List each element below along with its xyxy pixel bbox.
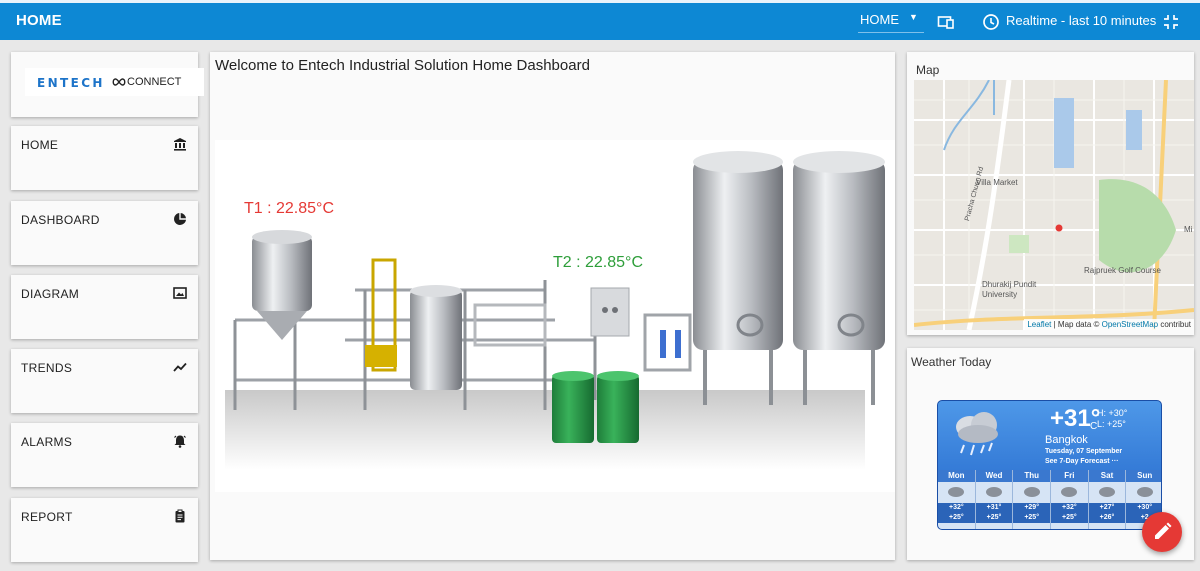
dashboard-state-select[interactable]: HOME ▼ — [858, 9, 924, 33]
forecast-day-name: Mon — [938, 470, 975, 482]
logo-brand: ENTECH — [37, 76, 105, 90]
osm-link[interactable]: OpenStreetMap — [1102, 320, 1158, 329]
sidebar-item-home[interactable]: HOME — [11, 126, 198, 190]
high-low: H: +30° L: +25° — [1097, 408, 1127, 430]
cloud-icon — [1061, 487, 1078, 497]
sidebar-item-label: REPORT — [21, 510, 73, 524]
forecast-high: +27° — [1088, 503, 1126, 513]
sidebar-item-alarms[interactable]: ALARMS — [11, 423, 198, 487]
forecast-high: +31° — [975, 503, 1013, 513]
devices-icon[interactable] — [937, 13, 955, 31]
city-name: Bangkok — [1045, 434, 1088, 446]
forecast-day-name: Wed — [975, 470, 1013, 482]
sidebar-item-dashboard[interactable]: DASHBOARD — [11, 201, 198, 265]
infinity-icon — [112, 78, 126, 86]
forecast-low: +26° — [1088, 513, 1126, 523]
weather-title: Weather Today — [911, 355, 992, 369]
forecast-high: +29° — [1013, 503, 1051, 513]
sidebar-item-label: DIAGRAM — [21, 287, 80, 301]
sidebar-item-trends[interactable]: TRENDS — [11, 349, 198, 413]
logo-card: ENTECH CONNECT — [11, 52, 204, 117]
leaflet-link[interactable]: Leaflet — [1027, 320, 1051, 329]
map-title: Map — [916, 63, 940, 77]
logo: ENTECH CONNECT — [25, 68, 204, 96]
forecast-low: +25° — [1013, 513, 1051, 523]
bank-icon — [174, 138, 186, 151]
forecast-grid: Mon +32° +25° Wed +31° +25° Thu +29° +25… — [938, 470, 1161, 529]
weather-card: +31° C H: +30° L: +25° Bangkok Tuesday, … — [937, 400, 1162, 530]
weather-date: Tuesday, 07 September — [1045, 448, 1123, 455]
forecast-low: +25° — [975, 513, 1013, 523]
welcome-panel: Welcome to Entech Industrial Solution Ho… — [210, 52, 895, 560]
forecast-day: Sat +27° +26° — [1088, 470, 1127, 529]
t1-temperature: T1 : 22.85°C — [244, 200, 334, 217]
map-label-edge: Mi — [1184, 225, 1193, 234]
map-label-dpu: Dhurakij Pundit — [982, 280, 1037, 289]
page-title: HOME — [16, 12, 62, 29]
forecast-day: Mon +32° +25° — [938, 470, 976, 529]
attribution-separator: | Map data © — [1051, 320, 1102, 329]
sidebar-item-report[interactable]: REPORT — [11, 498, 198, 562]
high-temp: H: +30° — [1097, 408, 1128, 418]
chevron-down-icon: ▼ — [909, 12, 918, 22]
dashboard-state-value: HOME — [860, 12, 899, 27]
plant-illustration — [225, 151, 885, 470]
cloud-icon — [986, 487, 1002, 497]
plant-diagram: T1 : 22.85°C T2 : 22.85°C — [215, 140, 895, 492]
low-temp: L: +25° — [1097, 419, 1126, 429]
pie-chart-icon — [174, 213, 186, 225]
t2-temperature: T2 : 22.85°C — [553, 254, 643, 271]
forecast-high: +32° — [938, 503, 975, 513]
welcome-title: Welcome to Entech Industrial Solution Ho… — [215, 57, 590, 74]
rain-cloud-icon — [956, 412, 998, 456]
forecast-day: Fri +32° +25° — [1051, 470, 1089, 529]
cloud-icon — [1099, 487, 1116, 497]
image-icon — [173, 287, 187, 299]
sidebar-item-label: TRENDS — [21, 361, 73, 375]
map-tiles — [914, 80, 1194, 330]
fullscreen-exit-icon[interactable] — [1162, 13, 1180, 31]
forecast-day-name: Fri — [1051, 470, 1088, 482]
map-label-golf-course: Rajpruek Golf Course — [1084, 266, 1161, 275]
sidebar-item-label: HOME — [21, 138, 59, 152]
cloud-icon — [1023, 487, 1040, 497]
map-label-villa-market: Villa Market — [976, 178, 1018, 187]
attribution-tail: contribut — [1158, 320, 1191, 329]
clock-icon[interactable] — [982, 13, 1000, 31]
cloud-icon — [1136, 487, 1153, 497]
forecast-day-name: Sat — [1088, 470, 1126, 482]
clipboard-icon — [175, 509, 185, 523]
map-widget: Map Villa Market Pracha Chuen Rd Dhuraki… — [907, 52, 1194, 335]
map-view[interactable]: Villa Market Pracha Chuen Rd Dhurakij Pu… — [914, 80, 1194, 330]
sidebar-item-label: DASHBOARD — [21, 213, 100, 227]
forecast-day: Thu +29° +25° — [1013, 470, 1052, 529]
sidebar-item-label: ALARMS — [21, 435, 73, 449]
map-attribution: Leaflet | Map data © OpenStreetMap contr… — [1024, 319, 1194, 330]
cloud-icon — [948, 487, 965, 497]
sidebar-item-diagram[interactable]: DIAGRAM — [11, 275, 198, 339]
trending-icon — [173, 362, 187, 372]
timewindow-label[interactable]: Realtime - last 10 minutes — [1006, 13, 1156, 28]
forecast-day: Wed +31° +25° — [975, 470, 1014, 529]
forecast-day-name: Sun — [1126, 470, 1161, 482]
bell-icon — [174, 435, 186, 448]
top-toolbar: HOME HOME ▼ Realtime - last 10 minutes — [0, 0, 1200, 40]
forecast-low: +25° — [1051, 513, 1088, 523]
forecast-high: +32° — [1051, 503, 1088, 513]
seven-day-forecast-link[interactable]: See 7-Day Forecast ··· — [1045, 458, 1119, 465]
pencil-icon — [1155, 522, 1172, 539]
forecast-day-name: Thu — [1013, 470, 1051, 482]
edit-fab-button[interactable] — [1142, 512, 1182, 552]
map-label-university: University — [982, 290, 1018, 299]
forecast-low: +25° — [938, 513, 975, 523]
logo-suffix: CONNECT — [127, 76, 182, 88]
